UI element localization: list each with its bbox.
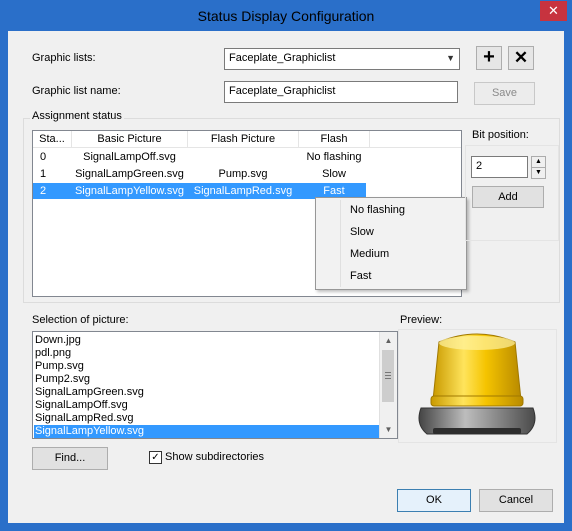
ok-button[interactable]: OK <box>397 489 471 512</box>
cell-flash: No flashing <box>306 151 362 163</box>
list-item[interactable]: SignalLampGreen.svg <box>35 386 144 399</box>
cell-status: 2 <box>39 185 47 197</box>
show-subdirectories-label: Show subdirectories <box>165 451 265 463</box>
menu-item-medium[interactable]: Medium <box>316 243 466 265</box>
selection-of-picture-label: Selection of picture: <box>32 314 129 326</box>
cell-basic-picture: SignalLampOff.svg <box>83 151 176 163</box>
scrollbar-thumb[interactable] <box>382 350 394 402</box>
flash-context-menu: No flashing Slow Medium Fast <box>315 197 467 290</box>
delete-x-icon: ✕ <box>513 48 529 67</box>
plus-icon: + <box>483 46 495 68</box>
assignment-header: Sta... Basic Picture Flash Picture Flash <box>33 131 461 148</box>
preview-panel <box>398 329 557 443</box>
cell-status: 0 <box>39 151 47 163</box>
dialog-window: Status Display Configuration ✕ Graphic l… <box>0 0 572 531</box>
picture-list-scrollbar[interactable]: ▲ ▼ <box>379 332 397 438</box>
cell-flash-picture: Pump.svg <box>218 168 268 180</box>
add-status-button[interactable]: Add <box>472 186 544 208</box>
title-bar: Status Display Configuration ✕ <box>1 1 571 31</box>
list-item-selected[interactable]: SignalLampYellow.svg <box>34 425 379 438</box>
cell-status: 1 <box>39 168 47 180</box>
menu-item-slow[interactable]: Slow <box>316 221 466 243</box>
chevron-down-icon: ▼ <box>446 53 455 63</box>
find-button[interactable]: Find... <box>32 447 108 470</box>
bit-position-spinner[interactable]: ▲ ▼ <box>531 156 546 179</box>
column-flash[interactable]: Flash <box>299 131 370 147</box>
graphic-list-name-label: Graphic list name: <box>32 85 121 97</box>
preview-label: Preview: <box>400 314 443 326</box>
graphic-lists-label: Graphic lists: <box>32 52 96 64</box>
graphic-lists-value: Faceplate_Graphiclist <box>229 52 336 64</box>
bit-position-input[interactable]: 2 <box>471 156 528 178</box>
menu-item-label: Fast <box>350 270 372 282</box>
checkmark-icon: ✓ <box>151 452 160 463</box>
cell-basic-picture: SignalLampGreen.svg <box>75 168 184 180</box>
graphic-list-name-value: Faceplate_Graphiclist <box>229 85 336 97</box>
spin-down-icon[interactable]: ▼ <box>531 167 546 179</box>
column-flash-picture[interactable]: Flash Picture <box>188 131 299 147</box>
menu-item-label: No flashing <box>350 204 406 216</box>
table-row[interactable]: 1 SignalLampGreen.svg Pump.svg Slow <box>33 166 366 182</box>
menu-item-label: Medium <box>350 248 390 260</box>
graphic-list-name-input[interactable]: Faceplate_Graphiclist <box>224 81 458 103</box>
assignment-status-label: Assignment status <box>30 110 124 122</box>
list-item[interactable]: pdl.png <box>35 347 71 360</box>
window-close-button[interactable]: ✕ <box>540 1 567 21</box>
cell-basic-picture: SignalLampYellow.svg <box>74 185 185 197</box>
scroll-up-icon[interactable]: ▲ <box>380 332 397 349</box>
cell-flash-picture: SignalLampRed.svg <box>193 185 293 197</box>
menu-item-no-flashing[interactable]: No flashing <box>316 199 466 221</box>
delete-graphic-list-button[interactable]: ✕ <box>508 46 534 70</box>
menu-item-label: Slow <box>350 226 374 238</box>
column-status[interactable]: Sta... <box>33 131 72 147</box>
add-graphic-list-button[interactable]: + <box>476 46 502 70</box>
bit-position-value: 2 <box>476 160 483 172</box>
signal-lamp-preview-image <box>418 333 536 435</box>
picture-listbox[interactable]: Down.jpg pdl.png Pump.svg Pump2.svg Sign… <box>32 331 398 439</box>
column-basic-picture[interactable]: Basic Picture <box>72 131 188 147</box>
bit-position-label: Bit position: <box>472 129 529 141</box>
show-subdirectories-checkbox[interactable]: ✓ <box>149 451 162 464</box>
list-item[interactable]: Pump.svg <box>35 360 84 373</box>
table-row[interactable]: 0 SignalLampOff.svg No flashing <box>33 149 366 165</box>
window-title: Status Display Configuration <box>197 8 375 24</box>
menu-item-fast[interactable]: Fast <box>316 265 466 287</box>
save-button[interactable]: Save <box>474 82 535 105</box>
list-item[interactable]: SignalLampOff.svg <box>35 399 128 412</box>
list-item[interactable]: SignalLampRed.svg <box>35 412 133 425</box>
graphic-lists-dropdown[interactable]: Faceplate_Graphiclist ▼ <box>224 48 460 70</box>
cancel-button[interactable]: Cancel <box>479 489 553 512</box>
scroll-down-icon[interactable]: ▼ <box>380 421 397 438</box>
cell-flash: Slow <box>322 168 346 180</box>
dialog-client-area: Graphic lists: Faceplate_Graphiclist ▼ +… <box>8 31 564 523</box>
list-item[interactable]: Down.jpg <box>35 334 81 347</box>
list-item[interactable]: Pump2.svg <box>35 373 90 386</box>
